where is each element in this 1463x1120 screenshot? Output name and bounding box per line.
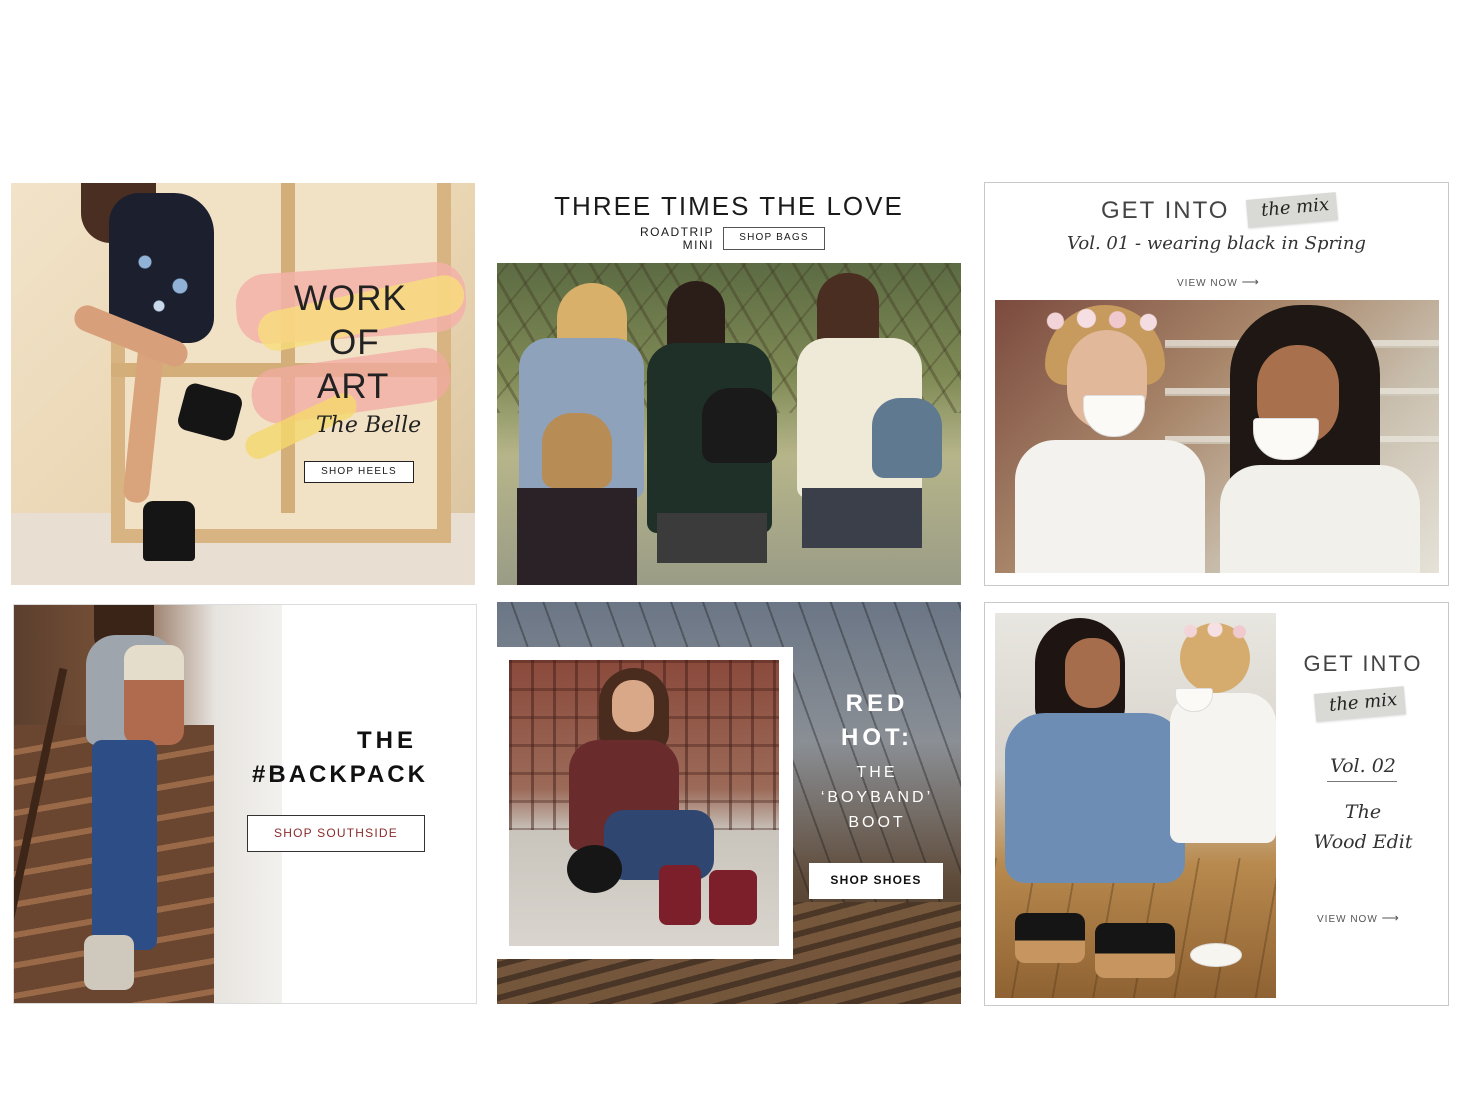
vol-01-subtitle: Vol. 01 - wearing black in Spring [1067,233,1366,254]
arrow-right-icon: ⟶ [1381,911,1400,925]
model-face [612,680,654,732]
vol-02-label: Vol. 02 [1330,755,1396,777]
title-wood-edit: Wood Edit [1313,831,1413,853]
model-a-shirt [1015,440,1205,573]
red-boot-right-image [709,870,757,925]
view-now-label: VIEW NOW [1317,914,1378,925]
bootie-image [84,935,134,990]
sub-boot: BOOT [848,814,906,831]
title-the: The [1344,801,1382,823]
banner-work-of-art[interactable]: WORK OF ART The Belle SHOP HEELS [11,183,475,585]
model-a-face [1065,638,1120,708]
shop-bags-button[interactable]: SHOP BAGS [723,227,825,250]
banner-three-times-the-love[interactable]: THREE TIMES THE LOVE ROADTRIP MINI SHOP … [497,183,961,585]
product-name-line2: MINI [682,238,714,252]
headline-three-times: THREE TIMES THE LOVE [554,191,904,221]
banner-red-hot[interactable]: RED HOT: THE ‘BOYBAND’ BOOT SHOP SHOES [497,602,961,1004]
shop-shoes-button[interactable]: SHOP SHOES [809,863,943,899]
headline-line-work: WORK [294,279,407,318]
clog-left-image [1015,913,1085,963]
backpack-image [124,645,184,745]
round-bag-image [567,845,622,893]
saucer-image [1190,943,1242,967]
teacup-left-image [1083,395,1145,437]
model-b-shirt [1220,465,1420,573]
shop-southside-button[interactable]: SHOP SOUTHSIDE [247,815,425,852]
subtitle-the-belle: The Belle [316,413,422,438]
model-3-skirt [802,488,922,548]
model-jeans [92,740,157,950]
shop-heels-button[interactable]: SHOP HEELS [304,461,414,483]
model-b-tshirt [1170,693,1276,843]
headline-line-of: OF [329,323,380,362]
view-now-link[interactable]: VIEW NOW ⟶ [1177,275,1260,289]
view-now-label: VIEW NOW [1177,278,1238,289]
three-models-photo [497,263,961,585]
banner-the-backpack[interactable]: THE #BACKPACK SHOP SOUTHSIDE [13,604,477,1004]
sub-the: THE [856,764,898,781]
arrow-right-icon: ⟶ [1241,275,1260,289]
headline-hot: HOT: [841,724,913,751]
model-a-overalls [1005,713,1185,883]
vol-underline [1327,781,1397,782]
blue-backpack-image [872,398,942,478]
product-name-line1: ROADTRIP [639,225,714,239]
model-1-skirt [517,488,637,585]
tea-cups-photo [995,300,1439,573]
red-boot-left-image [659,865,701,925]
black-backpack-image [702,388,777,463]
clog-right-image [1095,923,1175,978]
banner-mix-vol-01[interactable]: GET INTO the mix Vol. 01 - wearing black… [984,182,1449,586]
headline-line-art: ART [317,367,390,406]
headline-red: RED [845,690,909,717]
wood-clogs-photo [995,613,1276,998]
view-now-link[interactable]: VIEW NOW ⟶ [1317,911,1400,925]
banner-mix-vol-02[interactable]: GET INTO the mix Vol. 02 The Wood Edit V… [984,602,1449,1006]
model-dress-print [131,238,201,318]
stairs-photo [14,605,282,1003]
headline-the: THE [357,727,417,754]
model-boots-photo [509,660,779,946]
flower-crown-image [1180,623,1250,639]
heading-get-into: GET INTO [1303,651,1423,676]
model-2-skirt [657,513,767,563]
sub-boyband: ‘BOYBAND’ [820,789,934,806]
tan-backpack-image [542,413,612,488]
heel-shoe-standing [143,501,195,561]
heading-get-into: GET INTO [1101,197,1230,224]
headline-backpack: #BACKPACK [252,761,428,788]
